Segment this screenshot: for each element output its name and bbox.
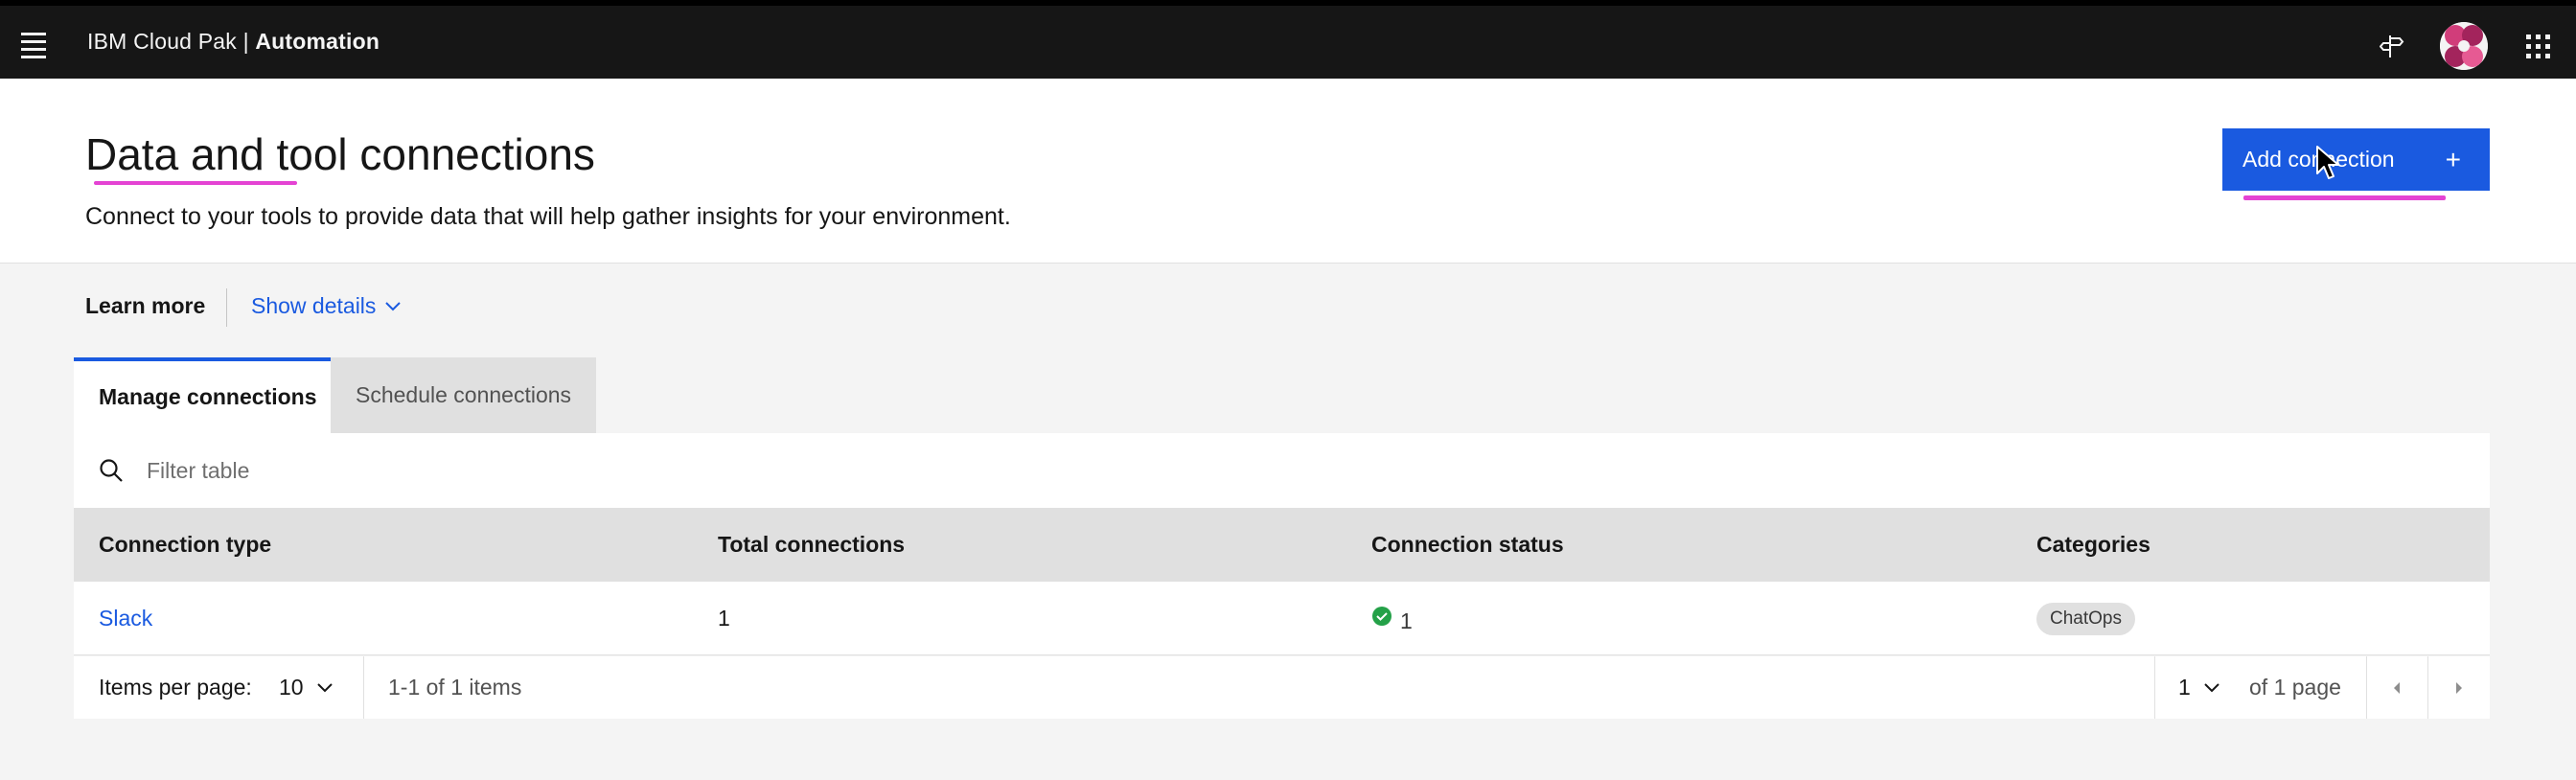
table-row: Slack 1 1 ChatOps: [74, 582, 2490, 655]
table-header: Connection type Total connections Connec…: [74, 508, 2490, 582]
column-header-total-connections[interactable]: Total connections: [718, 508, 905, 582]
items-per-page-label: Items per page:: [99, 675, 252, 700]
app-switcher-icon[interactable]: [2511, 19, 2564, 73]
pagination: Items per page: 10 1-1 of 1 items 1 of 1…: [74, 656, 2490, 719]
caret-right-icon: [2455, 681, 2462, 694]
page-value: 1: [2178, 675, 2191, 700]
status-count: 1: [1400, 608, 1413, 633]
column-header-categories[interactable]: Categories: [2036, 508, 2150, 582]
page-header: Data and tool connections Connect to you…: [0, 79, 2576, 264]
categories-cell: ChatOps: [2036, 582, 2135, 655]
top-header: IBM Cloud Pak | Automation: [0, 0, 2576, 79]
column-header-connection-status[interactable]: Connection status: [1371, 508, 1564, 582]
total-connections-cell: 1: [718, 606, 730, 631]
caret-left-icon: [2394, 681, 2400, 694]
tab-manage-connections[interactable]: Manage connections: [74, 357, 331, 433]
learn-more-label: Learn more: [85, 293, 206, 318]
page-subtitle: Connect to your tools to provide data th…: [85, 203, 1011, 230]
previous-page-button[interactable]: [2366, 656, 2427, 719]
items-range: 1-1 of 1 items: [388, 675, 522, 700]
divider: [363, 656, 364, 719]
tab-schedule-connections[interactable]: Schedule connections: [331, 357, 596, 433]
column-header-connection-type[interactable]: Connection type: [99, 508, 271, 582]
category-tag: ChatOps: [2036, 602, 2135, 635]
items-per-page-select[interactable]: 10: [279, 656, 333, 719]
chevron-down-icon: [316, 682, 333, 692]
next-page-button[interactable]: [2427, 656, 2490, 719]
title-highlight: [94, 181, 297, 185]
show-details-label: Show details: [251, 293, 377, 318]
brand-prefix: IBM Cloud Pak |: [87, 29, 256, 54]
page-total: of 1 page: [2249, 675, 2341, 700]
page-select[interactable]: 1: [2178, 656, 2220, 719]
chevron-down-icon: [385, 301, 402, 310]
connection-type-link[interactable]: Slack: [99, 582, 152, 655]
page-title: Data and tool connections: [85, 129, 595, 179]
table-toolbar: [74, 433, 2490, 508]
checkmark-success-icon: [1372, 606, 1392, 626]
chevron-down-icon: [2204, 682, 2220, 692]
connection-status-cell: 1: [1371, 582, 1413, 655]
search-icon: [100, 459, 123, 482]
mouse-cursor-icon: [2316, 146, 2339, 179]
show-details-link[interactable]: Show details: [251, 293, 402, 319]
avatar[interactable]: [2437, 19, 2491, 73]
add-connection-button[interactable]: Add connection +: [2222, 128, 2490, 191]
items-per-page-value: 10: [279, 675, 304, 700]
signpost-icon[interactable]: [2365, 19, 2419, 73]
brand-name[interactable]: IBM Cloud Pak | Automation: [87, 29, 380, 55]
divider: [226, 288, 227, 327]
button-highlight: [2243, 195, 2446, 200]
filter-table-input[interactable]: [147, 433, 2447, 508]
brand-product: Automation: [255, 29, 380, 54]
hamburger-menu-icon[interactable]: [21, 33, 50, 58]
plus-icon: +: [2445, 144, 2461, 174]
avatar-image: [2440, 22, 2488, 70]
divider: [2154, 656, 2155, 719]
